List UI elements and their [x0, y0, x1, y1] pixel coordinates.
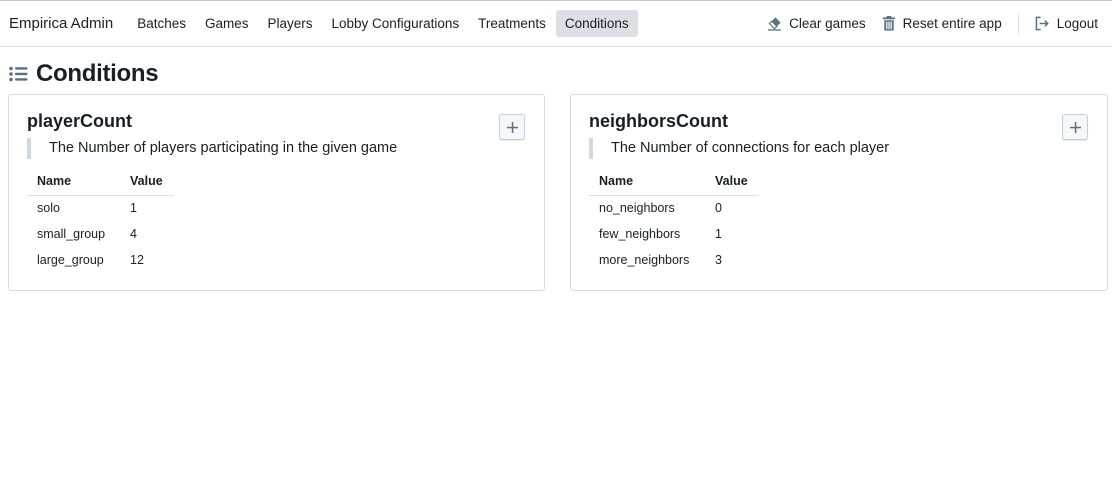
tab-players[interactable]: Players: [259, 10, 322, 37]
tab-treatments[interactable]: Treatments: [469, 10, 555, 37]
clear-games-label: Clear games: [789, 16, 866, 31]
properties-list-icon: [9, 66, 28, 82]
row-value: 0: [715, 201, 722, 216]
condition-description: The Number of connections for each playe…: [589, 138, 889, 159]
row-value: 3: [715, 253, 722, 267]
row-name: few_neighbors: [599, 227, 681, 241]
add-condition-value-button[interactable]: [1062, 114, 1088, 140]
eraser-icon: [768, 17, 782, 31]
table-header-row: Name Value: [589, 169, 759, 196]
navbar-actions: Clear games Reset entire app Logout: [759, 10, 1106, 37]
tab-batches[interactable]: Batches: [128, 10, 195, 37]
row-name: more_neighbors: [599, 253, 690, 267]
condition-description: The Number of players participating in t…: [27, 138, 397, 159]
row-name: solo: [37, 201, 60, 216]
condition-values-table: Name Value solo 1 small_group 4 large_gr…: [27, 169, 174, 273]
row-value: 1: [715, 227, 722, 241]
row-name: small_group: [37, 227, 106, 241]
row-name: large_group: [37, 253, 104, 267]
condition-title: neighborsCount: [589, 111, 728, 131]
column-header-value: Value: [120, 169, 174, 196]
condition-values-table: Name Value no_neighbors 0 few_neighbors …: [589, 169, 759, 273]
logout-button[interactable]: Logout: [1027, 10, 1106, 37]
reset-app-label: Reset entire app: [902, 16, 1002, 31]
trash-icon: [882, 16, 895, 31]
condition-card-playercount: playerCount The Number of players partic…: [8, 94, 545, 291]
table-header-row: Name Value: [27, 169, 174, 196]
condition-card-neighborscount: neighborsCount The Number of connections…: [570, 94, 1108, 291]
plus-icon: [506, 121, 518, 133]
navbar-divider: [1017, 13, 1019, 34]
table-row: large_group 12: [27, 247, 174, 273]
plus-icon: [1069, 121, 1081, 133]
table-row: more_neighbors 3: [589, 247, 759, 273]
row-name: no_neighbors: [599, 201, 675, 216]
clear-games-button[interactable]: Clear games: [759, 10, 874, 37]
row-value: 1: [130, 201, 137, 216]
app-brand: Empirica Admin: [9, 15, 114, 32]
column-header-value: Value: [705, 169, 759, 196]
page-header: Conditions: [9, 60, 159, 88]
table-row: few_neighbors 1: [589, 221, 759, 247]
tab-games[interactable]: Games: [196, 10, 258, 37]
column-header-name: Name: [589, 169, 705, 196]
logout-label: Logout: [1056, 16, 1098, 31]
column-header-name: Name: [27, 169, 120, 196]
condition-title: playerCount: [27, 111, 133, 131]
table-row: small_group 4: [27, 221, 174, 247]
tab-conditions[interactable]: Conditions: [555, 10, 638, 37]
top-navbar: Empirica Admin Batches Games Players Lob…: [0, 0, 1112, 47]
reset-app-button[interactable]: Reset entire app: [874, 10, 1010, 37]
page-title: Conditions: [36, 60, 159, 87]
tab-lobby-configurations[interactable]: Lobby Configurations: [323, 10, 469, 37]
row-value: 4: [130, 227, 137, 241]
log-out-icon: [1035, 16, 1049, 31]
add-condition-value-button[interactable]: [499, 114, 525, 140]
table-row: no_neighbors 0: [589, 195, 759, 221]
row-value: 12: [130, 253, 144, 267]
table-row: solo 1: [27, 195, 174, 221]
